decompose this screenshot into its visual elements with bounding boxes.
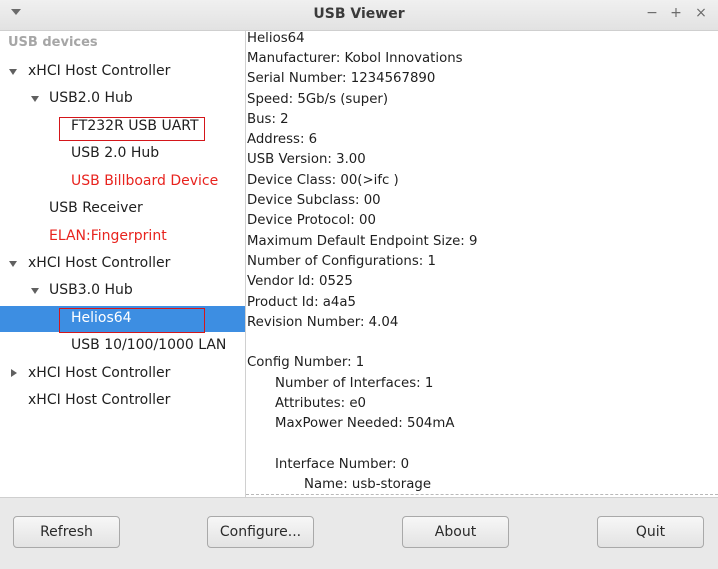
detail-num-configurations: Number of Configurations: 1 [247, 254, 436, 269]
tree-row-label: FT232R USB UART [71, 118, 199, 134]
tree-row-label: USB Billboard Device [71, 173, 219, 189]
usb-viewer-window: USB Viewer − + × USB devices xHCI Host C… [0, 0, 718, 569]
tree-row-label: xHCI Host Controller [28, 365, 171, 381]
device-tree-header[interactable]: USB devices [8, 35, 98, 50]
detail-serial-number: Serial Number: 1234567890 [247, 71, 436, 86]
tree-row-usb-lan[interactable]: USB 10/100/1000 LAN [0, 333, 245, 359]
detail-max-power: MaxPower Needed: 504mA [275, 416, 455, 431]
tree-row-xhci-2[interactable]: xHCI Host Controller [0, 251, 245, 277]
expander-expanded-icon[interactable] [9, 261, 17, 267]
tree-row-label: Helios64 [71, 310, 132, 326]
maximize-icon[interactable]: + [667, 5, 685, 21]
detail-max-endpoint-size: Maximum Default Endpoint Size: 9 [247, 234, 478, 249]
detail-speed: Speed: 5Gb/s (super) [247, 92, 389, 107]
tree-row-label: USB Receiver [49, 200, 143, 216]
minimize-icon[interactable]: − [643, 5, 661, 21]
tree-row-ft232r[interactable]: FT232R USB UART [0, 114, 245, 140]
detail-interface-number: Interface Number: 0 [275, 457, 410, 472]
tree-row-label: USB 2.0 Hub [71, 145, 160, 161]
tree-row-usb-receiver[interactable]: USB Receiver [0, 196, 245, 222]
detail-product-id: Product Id: a4a5 [247, 295, 356, 310]
tree-row-xhci-4[interactable]: xHCI Host Controller [0, 388, 245, 414]
detail-bus: Bus: 2 [247, 112, 289, 127]
configure-button[interactable]: Configure... [207, 516, 314, 548]
close-icon[interactable]: × [692, 5, 710, 21]
detail-config-number: Config Number: 1 [247, 355, 365, 370]
detail-usb-version: USB Version: 3.00 [247, 152, 366, 167]
detail-address: Address: 6 [247, 132, 318, 147]
device-details-panel: Helios64 Manufacturer: Kobol Innovations… [246, 31, 718, 497]
tree-row-label: xHCI Host Controller [28, 63, 171, 79]
tree-row-label: USB3.0 Hub [49, 282, 133, 298]
tree-row-usb20-hub[interactable]: USB 2.0 Hub [0, 141, 245, 167]
detail-manufacturer: Manufacturer: Kobol Innovations [247, 51, 463, 66]
detail-num-interfaces: Number of Interfaces: 1 [275, 376, 434, 391]
tree-row-label: USB2.0 Hub [49, 90, 133, 106]
expander-collapsed-icon[interactable] [11, 369, 17, 377]
details-scroll-edge [246, 494, 718, 495]
tree-row-xhci-1[interactable]: xHCI Host Controller [0, 59, 245, 85]
quit-button[interactable]: Quit [597, 516, 704, 548]
detail-device-class: Device Class: 00(>ifc ) [247, 173, 399, 188]
tree-row-usb2-hub[interactable]: USB2.0 Hub [0, 86, 245, 112]
detail-interface-name: Name: usb-storage [304, 477, 432, 492]
tree-row-label: xHCI Host Controller [28, 255, 171, 271]
expander-expanded-icon[interactable] [9, 69, 17, 75]
tree-row-elan-fingerprint[interactable]: ELAN:Fingerprint [0, 224, 245, 250]
device-tree: USB devices xHCI Host Controller USB2.0 … [0, 31, 246, 497]
tree-row-label: xHCI Host Controller [28, 392, 171, 408]
expander-expanded-icon[interactable] [31, 288, 39, 294]
title-bar: USB Viewer − + × [0, 0, 718, 31]
detail-vendor-id: Vendor Id: 0525 [247, 274, 353, 289]
detail-revision-number: Revision Number: 4.04 [247, 315, 399, 330]
detail-attributes: Attributes: e0 [275, 396, 366, 411]
tree-row-helios64[interactable]: Helios64 [0, 306, 245, 332]
tree-row-xhci-3[interactable]: xHCI Host Controller [0, 361, 245, 387]
about-button[interactable]: About [402, 516, 509, 548]
detail-device-name: Helios64 [247, 31, 305, 46]
detail-device-subclass: Device Subclass: 00 [247, 193, 381, 208]
tree-row-label: USB 10/100/1000 LAN [71, 337, 227, 353]
expander-expanded-icon[interactable] [31, 96, 39, 102]
tree-row-usb3-hub[interactable]: USB3.0 Hub [0, 278, 245, 304]
tree-row-label: ELAN:Fingerprint [49, 228, 167, 244]
detail-device-protocol: Device Protocol: 00 [247, 213, 376, 228]
window-title: USB Viewer [313, 6, 405, 22]
tree-row-billboard[interactable]: USB Billboard Device [0, 169, 245, 195]
button-bar: Refresh Configure... About Quit [0, 497, 718, 569]
refresh-button[interactable]: Refresh [13, 516, 120, 548]
